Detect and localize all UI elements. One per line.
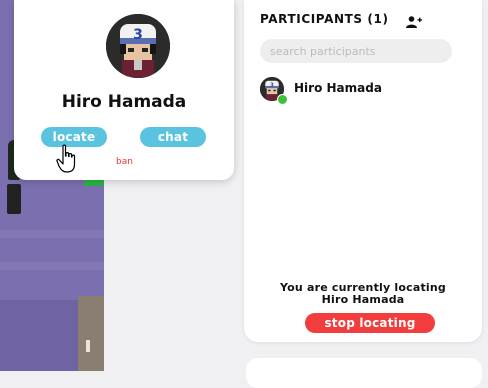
- locating-status: You are currently locating Hiro Hamada: [244, 282, 482, 306]
- hand-cursor-icon: [56, 144, 78, 174]
- participant-name: Hiro Hamada: [294, 81, 382, 95]
- svg-text:3: 3: [270, 82, 274, 88]
- profile-card: 3 Hiro Hamada locate chat ban: [14, 0, 234, 180]
- add-user-icon[interactable]: [406, 13, 422, 28]
- profile-name: Hiro Hamada: [61, 92, 187, 112]
- floor-stripe: [0, 262, 104, 270]
- search-participants-input[interactable]: [260, 39, 452, 63]
- participants-panel: PARTICIPANTS (1) 3 Hiro Hamada You a: [244, 0, 482, 342]
- floor-shade: [0, 300, 78, 371]
- ban-link[interactable]: ban: [116, 157, 133, 167]
- stop-locating-button[interactable]: stop locating: [305, 313, 435, 333]
- furniture: [78, 296, 104, 371]
- locating-target-name: Hiro Hamada: [321, 293, 405, 306]
- bottom-panel: [246, 358, 482, 388]
- floor-stripe: [0, 230, 104, 238]
- hiro-avatar-icon: 3: [106, 14, 170, 78]
- online-status-dot: [277, 94, 288, 105]
- participants-title: PARTICIPANTS (1): [260, 12, 389, 26]
- chat-button[interactable]: chat: [140, 127, 206, 147]
- participant-list-item[interactable]: 3 Hiro Hamada: [260, 77, 460, 105]
- svg-text:3: 3: [133, 27, 143, 43]
